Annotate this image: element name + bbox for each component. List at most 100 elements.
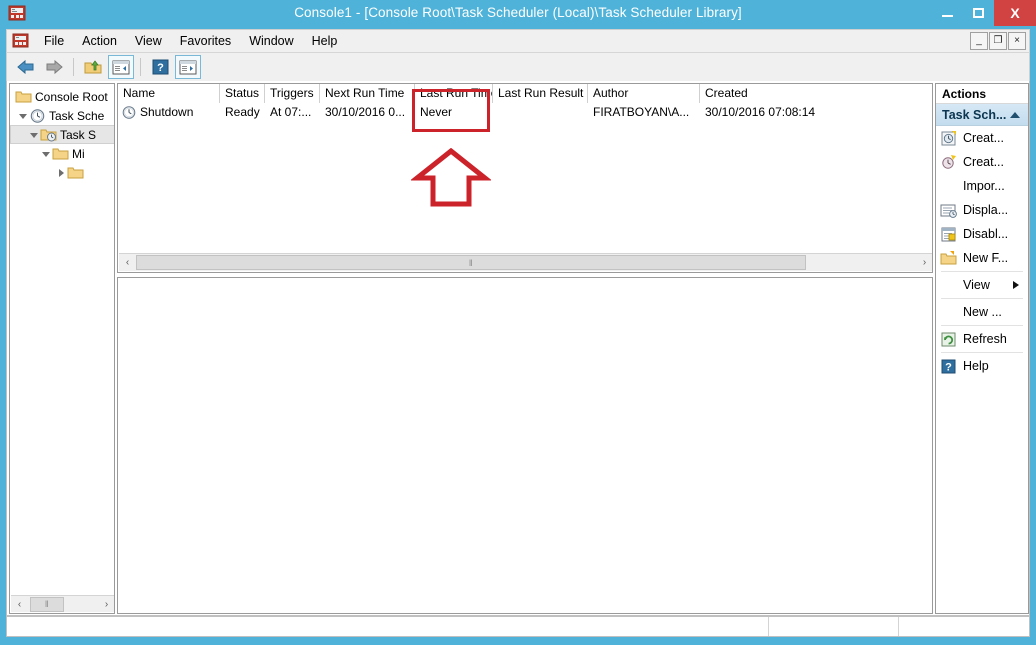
- menu-window[interactable]: Window: [240, 31, 302, 51]
- action-display-all-running-tasks[interactable]: Displa...: [936, 198, 1028, 222]
- action-disable-all-tasks-history[interactable]: Disabl...: [936, 222, 1028, 246]
- question-mark-icon: ?: [940, 358, 958, 375]
- status-bar-main-segment: [7, 617, 769, 636]
- column-header-last-run-time[interactable]: Last Run Time: [415, 84, 493, 103]
- menu-action[interactable]: Action: [73, 31, 126, 51]
- mmc-console-icon: [11, 32, 31, 50]
- back-button[interactable]: [13, 55, 39, 79]
- action-label: New F...: [963, 251, 1009, 265]
- tree-node-task-scheduler-library[interactable]: Task S: [10, 125, 114, 144]
- task-list-horizontal-scrollbar[interactable]: ‹ ‖ ›: [119, 253, 932, 271]
- column-header-author[interactable]: Author: [588, 84, 700, 103]
- column-header-name[interactable]: Name: [118, 84, 220, 103]
- table-row[interactable]: Shutdown Ready At 07:... 30/10/2016 0...…: [118, 103, 932, 122]
- task-list-scroll-track[interactable]: ‖: [136, 255, 916, 270]
- tree-node-label: Mi: [72, 146, 85, 161]
- scroll-right-icon[interactable]: ›: [916, 255, 932, 270]
- action-label: Disabl...: [963, 227, 1009, 241]
- menu-help[interactable]: Help: [303, 31, 347, 51]
- chevron-up-icon[interactable]: [1010, 111, 1020, 118]
- task-list-scroll-thumb[interactable]: ‖: [136, 255, 806, 270]
- toolbar-separator: [73, 58, 74, 76]
- cell-author: FIRATBOYAN\A...: [593, 105, 690, 119]
- column-header-next-run-time[interactable]: Next Run Time: [320, 84, 415, 103]
- scroll-grip-icon: ‖: [44, 599, 50, 609]
- task-detail-pane: [117, 277, 933, 614]
- show-hide-tree-button[interactable]: [108, 55, 134, 79]
- tree-node-task-scheduler-local[interactable]: Task Sche: [10, 106, 114, 125]
- menu-file[interactable]: File: [35, 31, 73, 51]
- minimize-button[interactable]: [932, 0, 963, 26]
- mdi-minimize-button[interactable]: _: [970, 32, 988, 50]
- title-bar: Console1 - [Console Root\Task Scheduler …: [0, 0, 1036, 26]
- window-title: Console1 - [Console Root\Task Scheduler …: [294, 5, 742, 20]
- cell-name-text: Shutdown: [140, 105, 194, 119]
- create-basic-task-icon: [940, 130, 958, 147]
- action-view[interactable]: View: [936, 273, 1028, 297]
- disable-all-tasks-history-icon: [940, 226, 958, 243]
- tree-node-microsoft[interactable]: Mi: [10, 144, 114, 163]
- expander-open-icon[interactable]: [28, 125, 40, 144]
- task-list-header: Name Status Triggers Next Run Time Last …: [118, 84, 932, 103]
- tree-node-label: Console Root: [35, 89, 108, 104]
- status-bar-segment-1: [769, 617, 899, 636]
- menu-favorites[interactable]: Favorites: [171, 31, 240, 51]
- help-button[interactable]: ?: [147, 55, 173, 79]
- console-client-area: Console Root Task Sche Task S Mi ‹ ‖ › N…: [6, 81, 1030, 616]
- action-new-folder[interactable]: New F...: [936, 246, 1028, 270]
- task-list-view: Name Status Triggers Next Run Time Last …: [117, 83, 933, 273]
- tree-node-windows[interactable]: [10, 163, 114, 182]
- clock-icon: [121, 105, 137, 120]
- actions-separator: [941, 271, 1023, 272]
- action-label: Impor...: [963, 179, 1005, 193]
- toolbar-separator: [140, 58, 141, 76]
- mdi-restore-button[interactable]: ❐: [989, 32, 1007, 50]
- new-folder-icon: [940, 250, 958, 267]
- cell-triggers: At 07:...: [270, 105, 312, 119]
- task-list-pane: Name Status Triggers Next Run Time Last …: [117, 83, 933, 614]
- menu-view[interactable]: View: [126, 31, 171, 51]
- forward-button[interactable]: [41, 55, 67, 79]
- maximize-button[interactable]: [963, 0, 994, 26]
- svg-text:?: ?: [945, 361, 952, 373]
- mdi-window-controls: _ ❐ ×: [970, 32, 1026, 50]
- expander-open-icon[interactable]: [40, 144, 52, 163]
- no-icon-placeholder: [940, 178, 958, 195]
- actions-pane: Actions Task Sch... Creat... Creat... Im…: [935, 83, 1029, 614]
- scroll-left-icon[interactable]: ‹: [11, 596, 28, 612]
- column-header-created[interactable]: Created: [700, 84, 932, 103]
- application-window: Console1 - [Console Root\Task Scheduler …: [0, 0, 1036, 645]
- actions-group-label: Task Sch...: [942, 107, 1007, 122]
- column-header-last-run-result[interactable]: Last Run Result: [493, 84, 588, 103]
- scroll-left-icon[interactable]: ‹: [119, 255, 136, 270]
- actions-separator: [941, 298, 1023, 299]
- expander-open-icon[interactable]: [17, 106, 29, 125]
- cell-last-run-time: Never: [420, 105, 453, 119]
- show-hide-action-pane-button[interactable]: [175, 55, 201, 79]
- toolbar: ?: [6, 53, 1030, 81]
- action-create-basic-task[interactable]: Creat...: [936, 126, 1028, 150]
- action-help[interactable]: ? Help: [936, 354, 1028, 378]
- column-header-status[interactable]: Status: [220, 84, 265, 103]
- action-create-task[interactable]: Creat...: [936, 150, 1028, 174]
- no-icon-placeholder: [940, 277, 958, 294]
- column-header-triggers[interactable]: Triggers: [265, 84, 320, 103]
- no-icon-placeholder: [940, 304, 958, 321]
- expander-closed-icon[interactable]: [55, 163, 67, 182]
- tree-scroll-thumb[interactable]: ‖: [30, 596, 64, 612]
- action-new-window-from-here[interactable]: New ...: [936, 300, 1028, 324]
- tree-scroll-track[interactable]: ‖: [28, 596, 98, 612]
- tree-horizontal-scrollbar[interactable]: ‹ ‖ ›: [11, 595, 114, 612]
- action-refresh[interactable]: Refresh: [936, 327, 1028, 351]
- svg-text:?: ?: [157, 62, 164, 74]
- display-all-running-tasks-icon: [940, 202, 958, 219]
- tree-node-console-root[interactable]: Console Root: [10, 87, 114, 106]
- action-import-task[interactable]: Impor...: [936, 174, 1028, 198]
- up-one-level-button[interactable]: [80, 55, 106, 79]
- actions-group-header[interactable]: Task Sch...: [936, 104, 1028, 126]
- mdi-close-button[interactable]: ×: [1008, 32, 1026, 50]
- scroll-right-icon[interactable]: ›: [98, 596, 114, 612]
- action-label: Creat...: [963, 131, 1004, 145]
- scroll-grip-icon: ‖: [468, 257, 474, 268]
- close-button[interactable]: X: [994, 0, 1036, 26]
